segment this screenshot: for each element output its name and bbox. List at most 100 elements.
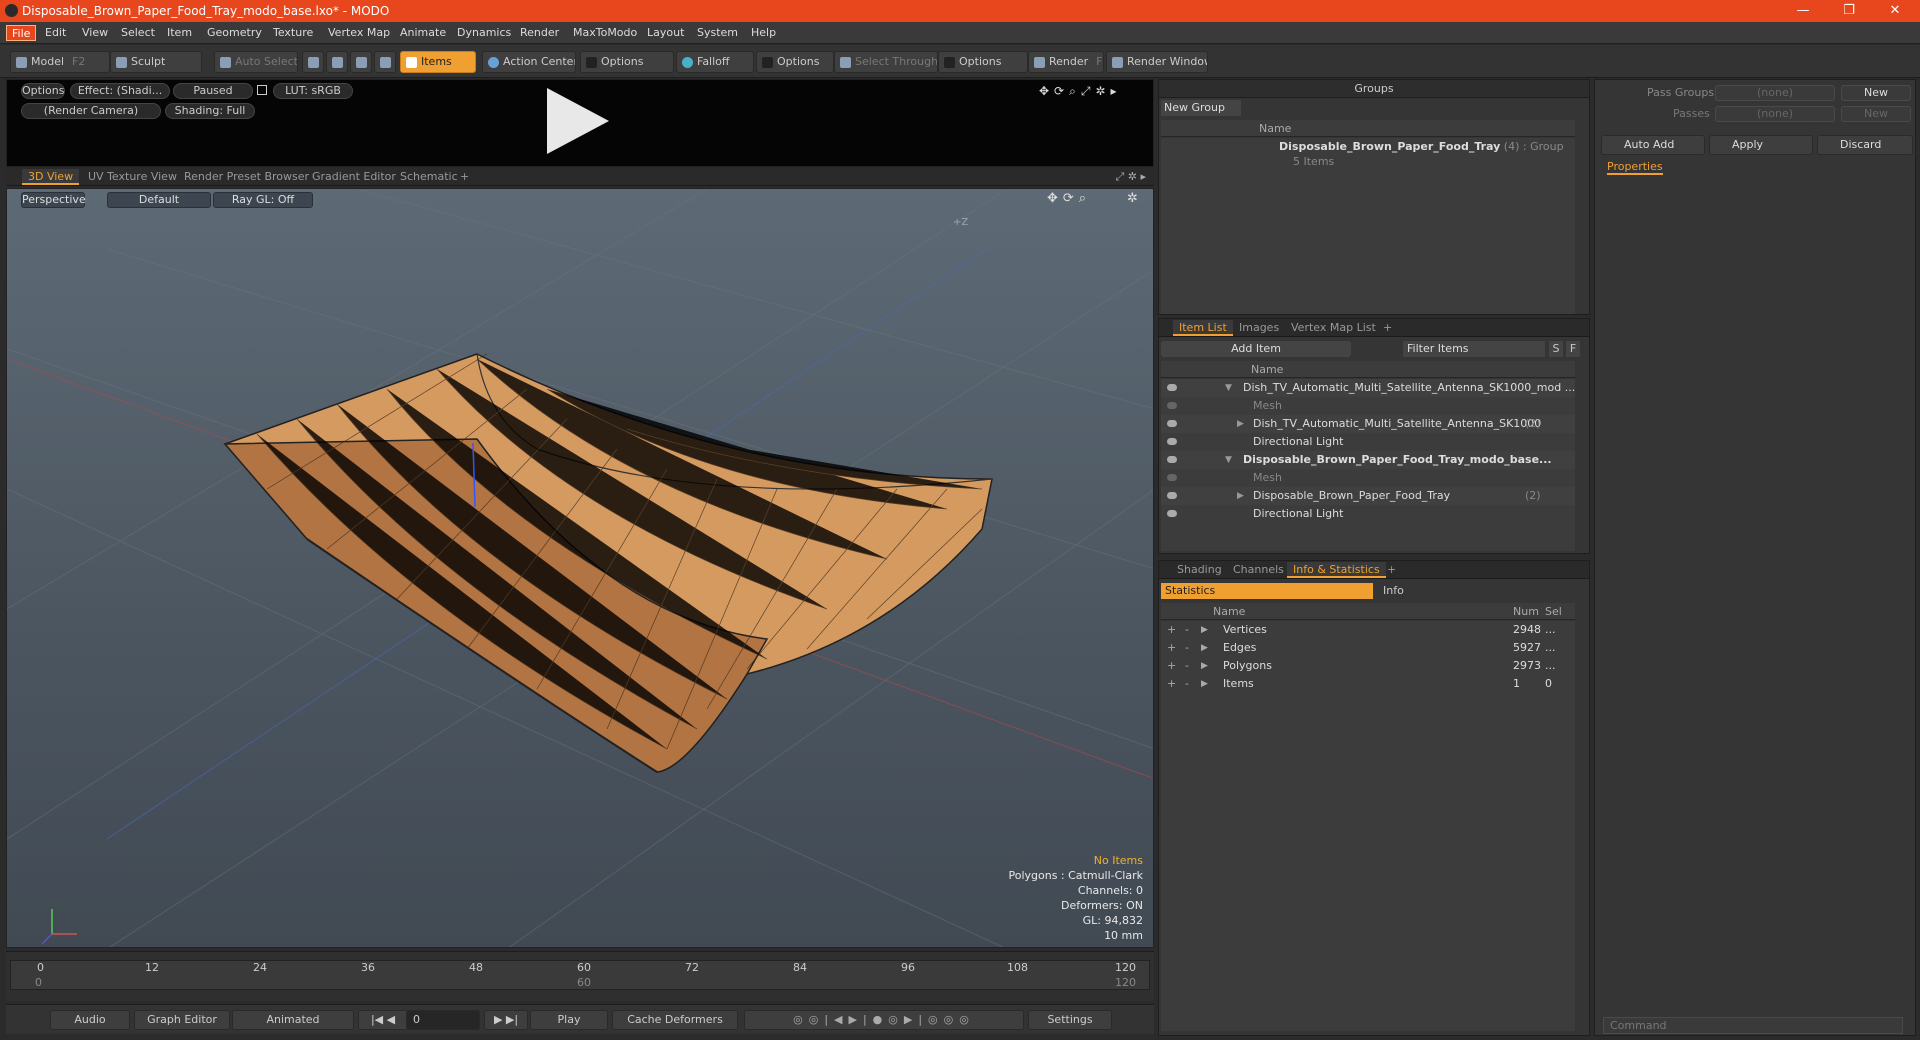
- expand-icon[interactable]: ▼: [1225, 379, 1232, 397]
- auto-add-button[interactable]: Auto Add: [1601, 135, 1705, 155]
- close-button[interactable]: ✕: [1872, 0, 1918, 22]
- minus-icon[interactable]: -: [1185, 675, 1189, 693]
- tab-images[interactable]: Images: [1233, 320, 1285, 336]
- transport-back-buttons[interactable]: |◀ ◀: [358, 1010, 408, 1030]
- plus-icon[interactable]: +: [1167, 657, 1176, 675]
- polygons-mode-button[interactable]: [350, 51, 372, 73]
- render-paused-button[interactable]: Paused: [173, 83, 253, 99]
- expand-icon[interactable]: ▶: [1201, 639, 1208, 657]
- add-item-button[interactable]: Add Item: [1161, 341, 1351, 357]
- render-view-controls-icon[interactable]: ✥⟳⌕⤢✲▸: [1039, 84, 1122, 99]
- menu-select[interactable]: Select: [116, 25, 160, 41]
- tab-uv-texture-view[interactable]: UV Texture View: [82, 169, 183, 185]
- add-tab-button[interactable]: +: [1381, 562, 1402, 578]
- graph-editor-button[interactable]: Graph Editor: [134, 1010, 230, 1030]
- item-row[interactable]: Mesh: [1161, 397, 1575, 415]
- 3d-viewport[interactable]: Perspective Default Ray GL: Off +Z ✥⟳⌕ ✲…: [6, 188, 1154, 948]
- stat-row[interactable]: + - ▶ Vertices 2948...: [1161, 621, 1575, 639]
- menu-dynamics[interactable]: Dynamics: [452, 25, 516, 41]
- tab-render-preset-browser[interactable]: Render Preset Browser: [178, 169, 315, 185]
- play-icon[interactable]: [547, 88, 609, 154]
- visibility-eye-icon[interactable]: [1167, 402, 1177, 409]
- render-options-button[interactable]: Options: [21, 83, 65, 99]
- item-row[interactable]: Directional Light: [1161, 433, 1575, 451]
- item-row[interactable]: ▶ Disposable_Brown_Paper_Food_Tray (2): [1161, 487, 1575, 505]
- new-group-button[interactable]: New Group: [1161, 100, 1241, 116]
- menu-view[interactable]: View: [77, 25, 113, 41]
- expand-icon[interactable]: ▶: [1201, 621, 1208, 639]
- default-shading-dropdown[interactable]: Default: [107, 192, 211, 208]
- perspective-dropdown[interactable]: Perspective: [21, 192, 86, 208]
- menu-maxtomodo[interactable]: MaxToModo: [568, 25, 642, 41]
- add-tab-button[interactable]: +: [1377, 320, 1398, 336]
- restore-button[interactable]: ❐: [1826, 0, 1872, 22]
- item-row[interactable]: Directional Light: [1161, 505, 1575, 523]
- visibility-eye-icon[interactable]: [1167, 492, 1177, 499]
- item-row[interactable]: ▶ Dish_TV_Automatic_Multi_Satellite_Anten…: [1161, 415, 1575, 433]
- view-settings-icon[interactable]: ⤢ ✲ ▸: [1115, 170, 1146, 184]
- sculpt-mode-button[interactable]: Sculpt: [110, 51, 202, 73]
- expand-icon[interactable]: ▶: [1201, 675, 1208, 693]
- visibility-eye-icon[interactable]: [1167, 456, 1177, 463]
- transport-forward-buttons[interactable]: ▶ ▶|: [484, 1010, 528, 1030]
- tab-channels[interactable]: Channels: [1227, 562, 1290, 578]
- expand-icon[interactable]: ▼: [1225, 451, 1232, 469]
- tab-item-list[interactable]: Item List: [1173, 320, 1233, 336]
- menu-layout[interactable]: Layout: [642, 25, 689, 41]
- tab-vertex-map-list[interactable]: Vertex Map List: [1285, 320, 1382, 336]
- expand-icon[interactable]: ▶: [1237, 415, 1244, 433]
- discard-button[interactable]: Discard: [1817, 135, 1913, 155]
- cache-deformers-button[interactable]: Cache Deformers: [612, 1010, 738, 1030]
- edges-mode-button[interactable]: [326, 51, 348, 73]
- visibility-eye-icon[interactable]: [1167, 510, 1177, 517]
- menu-item[interactable]: Item: [162, 25, 197, 41]
- play-button[interactable]: Play: [530, 1010, 608, 1030]
- new-pass-button[interactable]: New: [1841, 106, 1911, 122]
- items-mode-button[interactable]: Items: [400, 51, 476, 73]
- viewport-nav-icon[interactable]: ✥⟳⌕: [1047, 191, 1091, 206]
- apply-button[interactable]: Apply: [1709, 135, 1813, 155]
- expand-icon[interactable]: ▶: [1201, 657, 1208, 675]
- plus-icon[interactable]: +: [1167, 675, 1176, 693]
- key-tools-icons[interactable]: ◎◎|◀▶|●◎▶|◎◎◎: [744, 1010, 1024, 1030]
- render-window-button[interactable]: Render Window: [1106, 51, 1208, 73]
- group-row[interactable]: Disposable_Brown_Paper_Food_Tray (4) : G…: [1161, 138, 1575, 156]
- menu-vertex-map[interactable]: Vertex Map: [323, 25, 395, 41]
- timeline-ruler[interactable]: 0 12 24 36 48 60 72 84 96 108 120 0 60 1…: [10, 960, 1150, 990]
- add-tab-button[interactable]: +: [454, 169, 475, 185]
- stat-row[interactable]: + - ▶ Edges 5927...: [1161, 639, 1575, 657]
- filter-items-input[interactable]: Filter Items: [1403, 341, 1545, 357]
- visibility-eye-icon[interactable]: [1167, 420, 1177, 427]
- tab-3d-view[interactable]: 3D View: [22, 169, 80, 185]
- statistics-subtab[interactable]: Statistics: [1161, 583, 1373, 599]
- item-row[interactable]: ▼ Disposable_Brown_Paper_Food_Tray_modo_b…: [1161, 451, 1575, 469]
- select-through-button[interactable]: Select Through: [834, 51, 938, 73]
- action-center-options-button[interactable]: Options: [580, 51, 674, 73]
- stat-row[interactable]: + - ▶ Polygons 2973...: [1161, 657, 1575, 675]
- lut-dropdown[interactable]: LUT: sRGB: [273, 83, 353, 99]
- animated-dropdown[interactable]: Animated: [232, 1010, 354, 1030]
- action-center-button[interactable]: Action Center: [482, 51, 576, 73]
- menu-system[interactable]: System: [692, 25, 743, 41]
- new-pass-group-button[interactable]: New: [1841, 85, 1911, 101]
- materials-mode-button[interactable]: [374, 51, 396, 73]
- filter-f-button[interactable]: F: [1566, 341, 1580, 357]
- visibility-eye-icon[interactable]: [1167, 384, 1177, 391]
- item-row[interactable]: Mesh: [1161, 469, 1575, 487]
- lock-icon[interactable]: [257, 85, 267, 95]
- pass-groups-dropdown[interactable]: (none): [1715, 85, 1835, 101]
- stat-row[interactable]: + - ▶ Items 1 0: [1161, 675, 1575, 693]
- current-frame-field[interactable]: 0: [406, 1010, 480, 1030]
- plus-icon[interactable]: +: [1167, 621, 1176, 639]
- shading-dropdown[interactable]: Shading: Full: [165, 103, 255, 119]
- settings-button[interactable]: Settings: [1028, 1010, 1112, 1030]
- render-camera-dropdown[interactable]: (Render Camera): [21, 103, 161, 119]
- menu-geometry[interactable]: Geometry: [202, 25, 267, 41]
- render-button[interactable]: RenderF9: [1028, 51, 1104, 73]
- item-row[interactable]: ▼ Dish_TV_Automatic_Multi_Satellite_Anten…: [1161, 379, 1575, 397]
- minus-icon[interactable]: -: [1185, 657, 1189, 675]
- select-options-button[interactable]: Options: [938, 51, 1028, 73]
- raygl-dropdown[interactable]: Ray GL: Off: [213, 192, 313, 208]
- minus-icon[interactable]: -: [1185, 639, 1189, 657]
- menu-texture[interactable]: Texture: [268, 25, 318, 41]
